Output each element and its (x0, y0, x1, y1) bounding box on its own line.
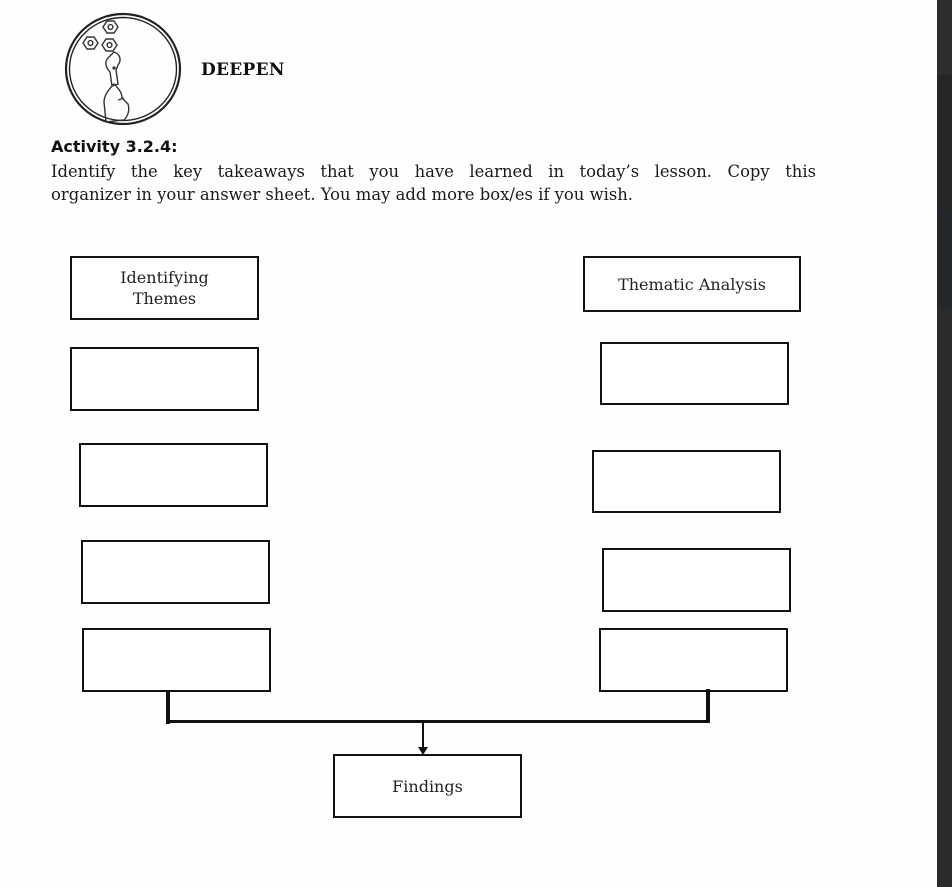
section-title: DEEPEN (201, 60, 285, 80)
down-arrow-icon (418, 722, 428, 755)
left-answer-box[interactable] (82, 628, 271, 692)
side-panel-band (937, 0, 952, 75)
right-connector-line (706, 689, 710, 723)
left-answer-box[interactable] (70, 347, 259, 411)
left-header-line: Identifying (120, 268, 209, 287)
side-panel-band (937, 310, 952, 382)
side-panel-edge (937, 0, 952, 887)
left-answer-box[interactable] (81, 540, 270, 604)
right-answer-box[interactable] (600, 342, 789, 405)
horizontal-connector-line (166, 720, 710, 723)
right-answer-box[interactable] (592, 450, 781, 513)
instruction-line: Identify the key takeaways that you have… (51, 162, 816, 181)
left-header-box: Identifying Themes (70, 256, 259, 320)
left-answer-box[interactable] (79, 443, 268, 507)
right-answer-box[interactable] (602, 548, 791, 612)
findings-box: Findings (333, 754, 522, 818)
activity-title: Activity 3.2.4: (51, 137, 178, 156)
side-panel-band (937, 218, 952, 310)
side-panel-band (937, 75, 952, 210)
hand-wrench-bolts-icon (62, 12, 186, 126)
instruction-line: organizer in your answer sheet. You may … (51, 185, 634, 204)
activity-instructions: Identify the key takeaways that you have… (51, 160, 816, 206)
right-answer-box[interactable] (599, 628, 788, 692)
side-panel-band (937, 210, 952, 218)
left-header-line: Themes (132, 289, 197, 308)
right-header-box: Thematic Analysis (583, 256, 801, 312)
side-panel-band (937, 382, 952, 887)
